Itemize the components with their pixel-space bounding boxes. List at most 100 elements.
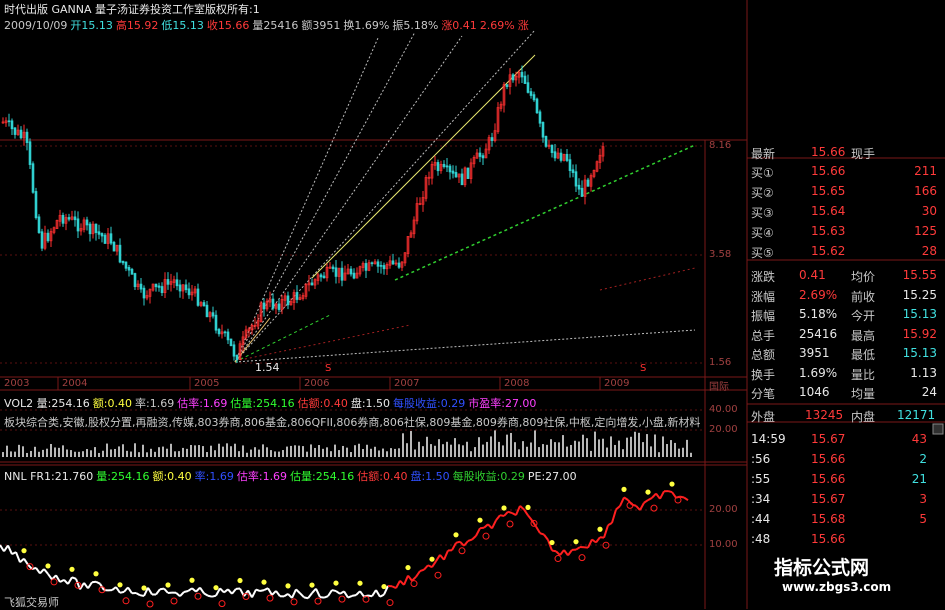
nnl-segment [496,515,500,520]
nnl-marker-high [405,565,410,570]
volume-bar [318,445,320,457]
trade-tick-row[interactable]: :48 15.66 [747,530,945,548]
volume-bar [658,452,660,457]
candle-body [296,292,298,299]
bid-price: 15.62 [811,244,845,258]
nnl-marker-high [573,539,578,544]
bid-row[interactable]: 买① 15.66 211 [747,162,945,180]
volume-bar [430,444,432,457]
s-marker: S [325,363,331,374]
trade-tick-row[interactable]: :56 15.66 2 [747,450,945,468]
header-field: 估额:0.40 [357,470,407,483]
volume-bar [382,449,384,457]
nnl-segment [96,582,100,584]
volume-bar [282,450,284,457]
stat-value: 24 [922,385,937,399]
nnl-segment [552,551,556,552]
volume-bar [450,445,452,457]
nnl-marker-low [267,595,273,601]
nnl-segment [176,593,180,596]
volume-bar [38,452,40,457]
nnl-segment [0,545,4,551]
volume-bar [298,446,300,457]
quote-stat-row: 总手 25416 最高 15.92 [747,325,945,343]
bid-row[interactable]: 买② 15.65 166 [747,182,945,200]
volume-bar [262,444,264,457]
bid-volume: 211 [914,164,937,178]
nnl-segment [680,497,684,498]
trade-tick-row[interactable]: :34 15.67 3 [747,490,945,508]
volume-bar [354,445,356,457]
volume-bar [538,447,540,457]
latest-price-row[interactable]: 最新 15.66 现手 [747,143,945,161]
trade-tick-row[interactable]: :55 15.66 21 [747,470,945,488]
volume-bar [458,444,460,457]
volume-bar [606,448,608,457]
header-field: 量25416 [252,19,298,32]
header-field: 换1.69% [343,19,389,32]
software-footer: 飞狐交易师 [4,594,59,610]
candle-body [527,83,529,93]
volume-bar [342,446,344,457]
outer-inner-row: 外盘 13245 内盘 12171 [747,406,945,424]
volume-bar [2,452,4,457]
bid-row[interactable]: 买③ 15.64 30 [747,202,945,220]
volume-bar [246,453,248,457]
nnl-marker-low [483,533,489,539]
nnl-segment [428,565,432,567]
volume-bar [390,448,392,457]
year-label: 2009 [604,378,629,389]
nnl-segment [568,550,572,555]
trade-tick-row[interactable]: 14:59 15.67 43 [747,430,945,448]
stat-value: 15.13 [903,346,937,360]
volume-bar [190,445,192,457]
tick-time: :34 [751,492,770,506]
quote-panel: 最新 15.66 现手 买① 15.66 211 买② 15.65 166 买③ 1… [747,140,945,609]
volume-bar [682,448,684,457]
nnl-marker-low [411,581,417,587]
nnl-segment [476,528,480,536]
nnl-segment [88,582,92,588]
volume-bar [118,446,120,457]
candle-body [155,284,157,287]
nnl-segment [200,588,204,594]
volume-bar [310,444,312,457]
header-field: 涨 [518,19,529,32]
volume-bar [250,450,252,457]
nnl-segment [276,591,280,596]
stat-label: 涨跌 [751,268,775,285]
stat-value: 0.41 [799,268,826,282]
latest-label: 最新 [751,145,775,162]
candle-body [311,283,313,285]
volume-bar [418,442,420,457]
nnl-marker-high [213,585,218,590]
nnl-segment [472,536,476,540]
nnl-marker-low [507,521,513,527]
volume-bar [326,447,328,457]
candle-body [122,261,124,263]
header-field: 量:254.16 [96,470,149,483]
candle-body [371,263,373,264]
bid-row[interactable]: 买⑤ 15.62 28 [747,242,945,260]
nnl-marker-series [21,481,681,607]
candle-body [32,164,34,193]
nnl-segment [604,525,608,537]
trade-tick-row[interactable]: :44 15.68 5 [747,510,945,528]
header-field: 市盈率:27.00 [468,397,536,410]
candle-body [551,145,553,153]
volume-bar [278,452,280,457]
nnl-segment [588,539,592,547]
volume-bar [638,433,640,457]
nnl-scale-mid: 10.00 [709,539,738,550]
bid-row[interactable]: 买④ 15.63 125 [747,222,945,240]
stat-value: 1.69% [799,366,837,380]
bid-label: 买⑤ [751,244,774,261]
volume-bar [82,451,84,457]
candle-body [587,180,589,186]
volume-bar [166,449,168,457]
volume-bar [646,434,648,457]
candle-body [377,262,379,267]
volume-bar [78,452,80,457]
quote-stat-row: 涨跌 0.41 均价 15.55 [747,266,945,284]
candle-body [98,232,100,235]
